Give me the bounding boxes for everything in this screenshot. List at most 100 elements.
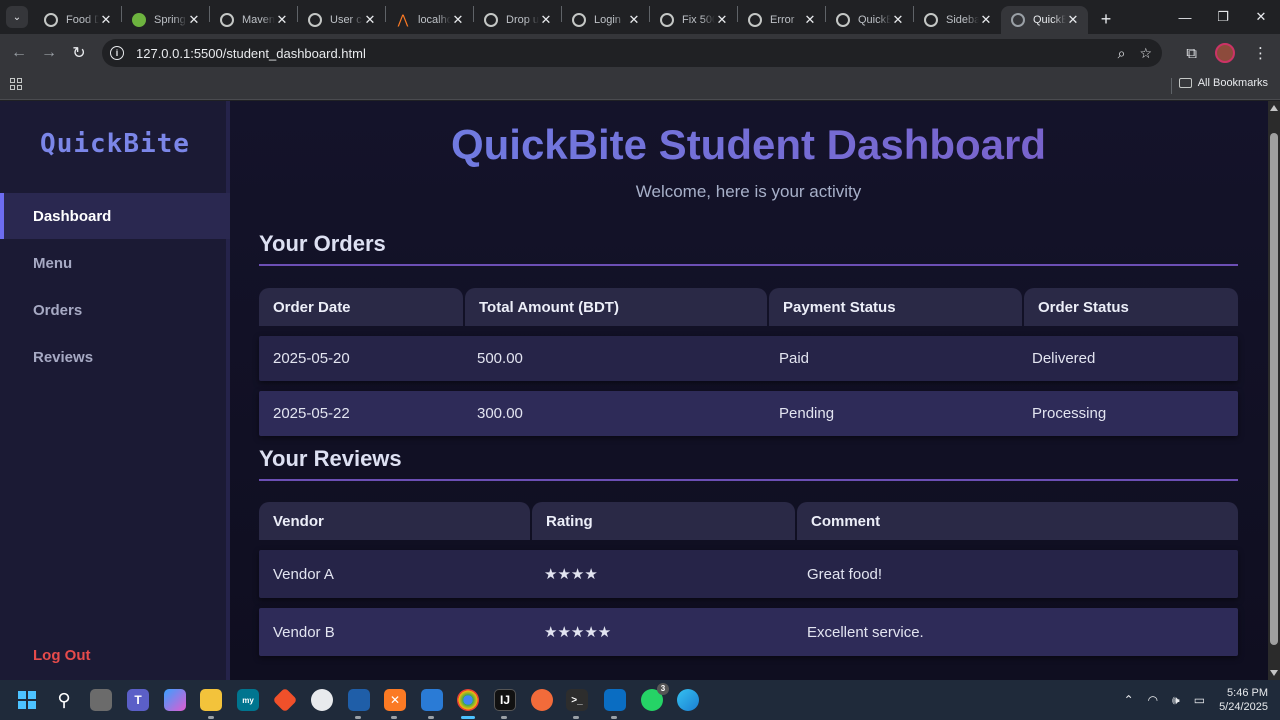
close-window-button[interactable]: ✕ [1242,0,1280,34]
tab-close-icon[interactable]: ✕ [979,12,993,28]
globe-icon [924,13,938,27]
brand-logo[interactable]: QuickBite [0,129,230,159]
column-header: Comment [797,502,1238,540]
intellij-icon[interactable]: IJ [494,689,516,711]
browser-tab[interactable]: Food Deli✕ [34,6,121,34]
running-indicator [573,716,579,719]
bookmarks-divider [1171,78,1172,94]
bookmarks-bar: All Bookmarks [0,72,1280,100]
logout-link[interactable]: Log Out [33,647,90,664]
teams-icon[interactable]: T [127,689,149,711]
tab-close-icon[interactable]: ✕ [803,12,817,28]
tab-title: QuickB [858,14,891,26]
all-bookmarks-button[interactable]: All Bookmarks [1178,77,1268,89]
minimize-button[interactable]: — [1166,0,1204,34]
address-bar[interactable]: i 127.0.0.1:5500/student_dashboard.html … [102,39,1162,67]
browser-tab[interactable]: Login ✕ [562,6,649,34]
tab-title: Sidebar [946,14,979,26]
xampp-icon[interactable]: ✕ [384,689,406,711]
volume-icon[interactable]: 🕪 [1172,693,1180,708]
edge-icon[interactable] [677,689,699,711]
maximize-button[interactable]: ❐ [1204,0,1242,34]
task-view-icon[interactable] [90,689,112,711]
copilot-icon[interactable] [164,689,186,711]
clock-time: 5:46 PM [1227,687,1268,699]
scroll-thumb[interactable] [1270,133,1278,645]
mysql-workbench-icon[interactable]: my [237,689,259,711]
chrome-icon[interactable] [457,689,479,711]
tab-search-button[interactable]: ⌄ [6,6,28,28]
tab-close-icon[interactable]: ✕ [451,12,465,28]
browser-tab[interactable]: Error ✕ [738,6,825,34]
tab-close-icon[interactable]: ✕ [99,12,113,28]
sidebar: QuickBite Dashboard Menu Orders Reviews … [0,101,230,680]
vscode-icon[interactable] [604,689,626,711]
browser-tab[interactable]: Maven Repo✕ [210,6,297,34]
app-icon[interactable] [348,689,370,711]
scroll-up-arrow-icon[interactable] [1270,105,1278,111]
tab-close-icon[interactable]: ✕ [275,12,289,28]
browser-tab[interactable]: Spring Boot✕ [122,6,209,34]
sidebar-item-reviews[interactable]: Reviews [0,334,230,380]
table-cell: Pending [779,405,835,422]
browser-menu-icon[interactable]: ⋮ [1253,44,1268,62]
tab-close-icon[interactable]: ✕ [1066,12,1080,28]
tray-overflow-chevron-icon[interactable]: ⌃ [1124,693,1134,707]
browser-tab[interactable]: Drop u ✕ [474,6,561,34]
reload-button[interactable]: ↻ [64,38,94,68]
globe-icon [1011,13,1025,27]
chrome-canary-icon[interactable] [311,689,333,711]
browser-tab[interactable]: Fix 500 ✕ [650,6,737,34]
table-row: 2025-05-22 300.00 Pending Processing [259,391,1238,436]
zoom-icon[interactable]: ⌕ [1118,45,1126,62]
browser-tab-active[interactable]: QuickB ✕ [1001,6,1088,34]
page-subtitle: Welcome, here is your activity [635,182,862,201]
scroll-down-arrow-icon[interactable] [1270,670,1278,676]
sidebar-item-menu[interactable]: Menu [0,240,230,286]
sidebar-item-dashboard[interactable]: Dashboard [0,193,230,239]
tab-title: Fix 500 [682,14,715,26]
extensions-icon[interactable]: ⧉ [1186,45,1197,62]
tab-close-icon[interactable]: ✕ [627,12,641,28]
globe-icon [836,13,850,27]
battery-icon[interactable]: ▭ [1194,693,1205,707]
apps-grid-icon[interactable] [10,78,22,90]
address-url[interactable]: 127.0.0.1:5500/student_dashboard.html [136,46,366,61]
tab-close-icon[interactable]: ✕ [539,12,553,28]
tab-close-icon[interactable]: ✕ [363,12,377,28]
column-header: Order Status [1024,288,1238,326]
terminal-icon[interactable]: >_ [566,689,588,711]
orders-heading: Your Orders [259,231,1238,266]
tab-title: Spring Boot [154,14,187,26]
column-header: Total Amount (BDT) [465,288,767,326]
browser-tab[interactable]: Sidebar✕ [914,6,1001,34]
file-explorer-icon[interactable] [200,689,222,711]
browser-tab[interactable]: QuickB ✕ [826,6,913,34]
browser-tab[interactable]: ⋀ localhost✕ [386,6,473,34]
back-button[interactable]: ← [4,38,34,68]
photos-icon[interactable] [421,689,443,711]
forward-button[interactable]: → [34,38,64,68]
search-icon[interactable]: ⚲ [53,689,75,711]
browser-tab[interactable]: User cl ✕ [298,6,385,34]
windows-start-icon[interactable] [16,689,38,711]
table-cell: Delivered [1032,350,1096,367]
site-info-icon[interactable]: i [110,46,124,60]
postman-icon[interactable] [531,689,553,711]
profile-avatar[interactable] [1215,43,1235,63]
git-icon[interactable] [272,687,298,713]
tab-close-icon[interactable]: ✕ [187,12,201,28]
wifi-icon[interactable]: ◠ [1148,693,1158,707]
page-scrollbar[interactable] [1268,101,1280,680]
tab-close-icon[interactable]: ✕ [891,12,905,28]
tab-title: Drop u [506,14,539,26]
tab-title: Food Deli [66,14,99,26]
new-tab-button[interactable]: + [1092,5,1120,33]
table-row: Vendor A ★★★★ Great food! [259,550,1238,598]
clock[interactable]: 5:46 PM 5/24/2025 [1219,686,1268,714]
bookmark-star-icon[interactable]: ☆ [1139,45,1152,62]
table-header: Vendor Rating Comment [259,502,1238,540]
sidebar-item-orders[interactable]: Orders [0,287,230,333]
whatsapp-icon[interactable]: 3 [641,683,669,711]
tab-close-icon[interactable]: ✕ [715,12,729,28]
